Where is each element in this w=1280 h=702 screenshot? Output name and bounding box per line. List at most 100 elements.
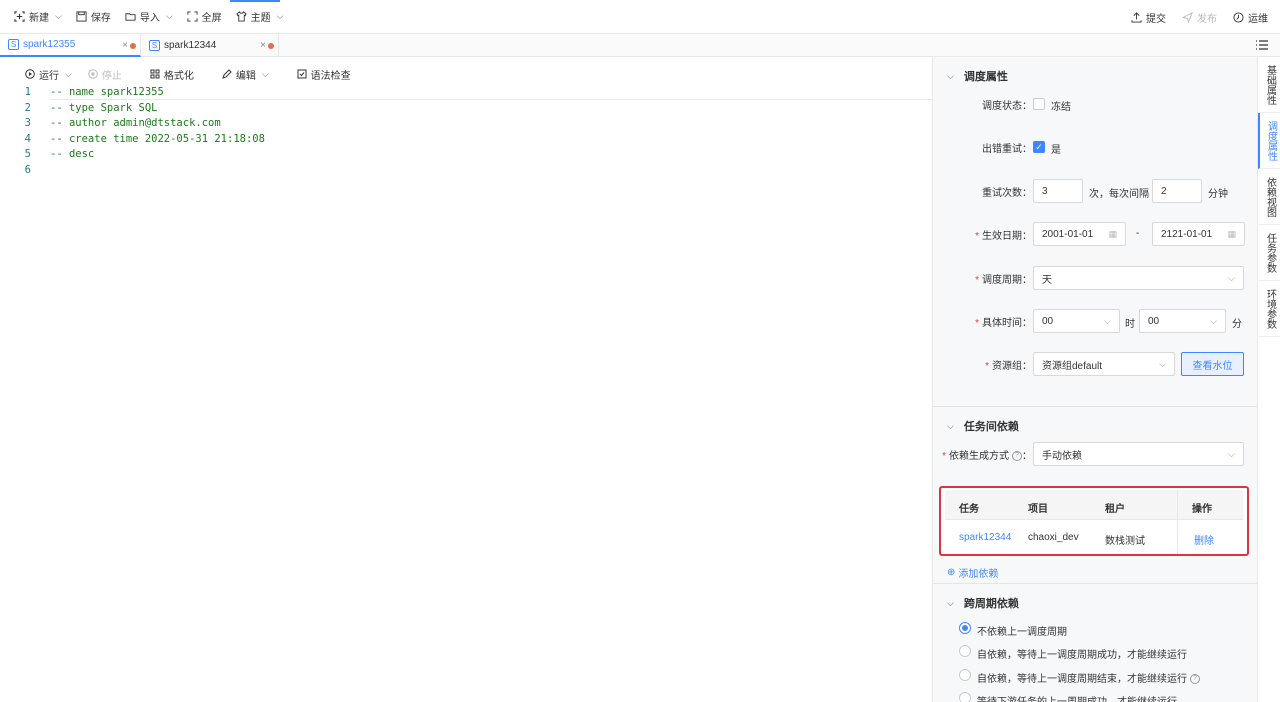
add-dependency-button[interactable]: ⊕ 添加依赖 <box>947 565 998 580</box>
retry-checkbox[interactable]: ✓ <box>1033 141 1045 153</box>
submit-label: 提交 <box>1146 13 1166 25</box>
retry-yes-label: 是 <box>1051 145 1061 156</box>
close-icon[interactable]: × <box>122 40 128 51</box>
retry-interval-input[interactable]: 2 <box>1152 179 1202 203</box>
retry-count-input[interactable]: 3 <box>1033 179 1083 203</box>
tab-spark12344[interactable]: S spark12344 × <box>141 34 279 57</box>
code-text: -- author admin@dtstack.com <box>50 117 221 130</box>
minute-label: 分 <box>1232 319 1242 330</box>
help-icon[interactable]: ? <box>1190 674 1200 685</box>
cross-period-radio-2[interactable] <box>959 669 971 681</box>
table-header: 任务 项目 租户 操作 <box>945 490 1243 520</box>
code-line: 3 -- author admin@dtstack.com <box>0 116 265 132</box>
publish-button[interactable]: 发布 <box>1182 10 1217 25</box>
dependency-task-link[interactable]: spark12344 <box>959 532 1011 543</box>
freeze-label: 冻结 <box>1051 102 1071 113</box>
tab-spark12355[interactable]: S spark12355 × <box>0 34 141 57</box>
retry-interval-value: 2 <box>1161 185 1167 197</box>
start-date-picker[interactable]: 2001-01-01 ▦ <box>1033 222 1126 246</box>
schedule-period-select[interactable]: 天 ⌵ <box>1033 266 1244 290</box>
ops-label: 运维 <box>1248 13 1268 25</box>
hour-unit-label: 时 <box>1125 319 1135 330</box>
schedule-section-header[interactable]: ⌵ 调度属性 <box>947 68 1008 84</box>
resource-group-row: * 资源组： 资源组default ⌵ 查看水位 <box>933 352 1257 376</box>
code-text: -- type Spark SQL <box>50 101 158 114</box>
syntax-check-icon <box>297 69 307 79</box>
code-text: -- create time 2022-05-31 21:18:08 <box>50 132 265 145</box>
view-watermark-label: 查看水位 <box>1192 360 1233 372</box>
unsaved-dot-icon <box>268 43 274 49</box>
calendar-icon: ▦ <box>1108 228 1117 239</box>
upload-icon <box>1131 11 1142 23</box>
specific-time-row: * 具体时间： 00 ⌵ 时 00 ⌵ 分 <box>933 309 1257 333</box>
dependency-section-header[interactable]: ⌵ 任务间依赖 <box>947 418 1019 434</box>
end-date-picker[interactable]: 2121-01-01 ▦ <box>1152 222 1245 246</box>
run-button[interactable]: 运行 ⌵ <box>25 67 72 82</box>
dependency-mode-value: 手动依赖 <box>1042 450 1082 462</box>
minute-unit-label: 分钟 <box>1208 189 1228 200</box>
editor-toolbar: 运行 ⌵ 停止 格式化 编辑 ⌵ 语法检查 <box>25 66 379 82</box>
side-tab-basic-properties[interactable]: 基础属性 <box>1258 57 1280 113</box>
ops-icon <box>1233 11 1244 23</box>
stop-label: 停止 <box>101 70 122 82</box>
hour-select[interactable]: 00 ⌵ <box>1033 309 1120 333</box>
minute-value: 00 <box>1148 315 1160 327</box>
side-tab-dependency-view[interactable]: 依赖视图 <box>1258 169 1280 225</box>
side-tab-schedule-properties[interactable]: 调度属性 <box>1258 113 1280 169</box>
chevron-down-icon: ⌵ <box>1104 315 1111 326</box>
edit-button[interactable]: 编辑 ⌵ <box>222 67 269 82</box>
chevron-down-icon: ⌵ <box>55 11 62 21</box>
new-label: 新建 <box>29 13 49 24</box>
format-icon <box>150 69 160 79</box>
stop-button[interactable]: 停止 <box>88 67 122 82</box>
line-number: 4 <box>24 132 31 145</box>
ops-button[interactable]: 运维 <box>1233 10 1268 25</box>
chevron-down-icon: ⌵ <box>1210 315 1217 326</box>
code-line: 4 -- create time 2022-05-31 21:18:08 <box>0 132 265 148</box>
minute-select[interactable]: 00 ⌵ <box>1139 309 1226 333</box>
line-number: 6 <box>24 163 31 176</box>
field-label-text: 资源组： <box>992 360 1032 372</box>
start-date-value: 2001-01-01 <box>1042 228 1094 240</box>
side-tab-env-params[interactable]: 环境参数 <box>1258 281 1280 337</box>
format-label: 格式化 <box>163 70 194 82</box>
theme-button[interactable]: 主题 ⌵ <box>235 9 283 24</box>
field-label: * 调度周期： <box>975 274 1032 286</box>
code-editor[interactable]: 1 -- name spark12355 2 -- type Spark SQL 3… <box>0 85 265 179</box>
chevron-down-icon: ⌵ <box>1228 448 1235 459</box>
retry-row: 出错重试： ✓ 是 <box>933 135 1257 159</box>
delete-dependency-button[interactable]: 删除 <box>1194 532 1214 547</box>
cross-period-radio-0[interactable] <box>959 622 971 634</box>
cross-period-section-header[interactable]: ⌵ 跨周期依赖 <box>947 595 1019 611</box>
field-label: * 资源组： <box>985 360 1032 372</box>
close-icon[interactable]: × <box>260 40 266 51</box>
field-label-text: 生效日期： <box>982 230 1032 242</box>
top-toolbar: 新建 ⌵ 保存 导入 ⌵ 全屏 主题 ⌵ 提交 发布 运维 <box>0 0 1280 34</box>
cross-period-radio-1[interactable] <box>959 645 971 657</box>
import-button[interactable]: 导入 ⌵ <box>125 9 173 24</box>
resource-group-select[interactable]: 资源组default ⌵ <box>1033 352 1175 376</box>
field-label-text: 依赖生成方式 <box>949 450 1009 462</box>
folder-icon <box>125 13 136 21</box>
freeze-checkbox[interactable] <box>1033 98 1045 110</box>
dependency-mode-select[interactable]: 手动依赖 ⌵ <box>1033 442 1244 466</box>
save-button[interactable]: 保存 <box>76 9 111 24</box>
shirt-icon <box>235 11 247 22</box>
edit-label: 编辑 <box>235 70 256 82</box>
tab-label: spark12355 <box>23 39 76 50</box>
cross-period-radio-3[interactable] <box>959 692 971 702</box>
list-menu-icon[interactable] <box>1256 40 1268 50</box>
column-header-task: 任务 <box>959 504 979 515</box>
new-button[interactable]: 新建 ⌵ <box>14 9 62 24</box>
syntax-check-button[interactable]: 语法检查 <box>297 67 351 82</box>
file-tab-bar: S spark12355 × S spark12344 × <box>0 34 1280 57</box>
help-icon[interactable]: ? <box>1012 450 1022 461</box>
section-title: 调度属性 <box>963 71 1008 83</box>
view-watermark-button[interactable]: 查看水位 <box>1181 352 1244 376</box>
format-button[interactable]: 格式化 <box>150 67 194 82</box>
submit-button[interactable]: 提交 <box>1131 10 1166 25</box>
sql-file-icon: S <box>8 39 19 50</box>
fullscreen-button[interactable]: 全屏 <box>187 9 222 24</box>
publish-label: 发布 <box>1197 13 1217 25</box>
side-tab-task-params[interactable]: 任务参数 <box>1258 225 1280 281</box>
